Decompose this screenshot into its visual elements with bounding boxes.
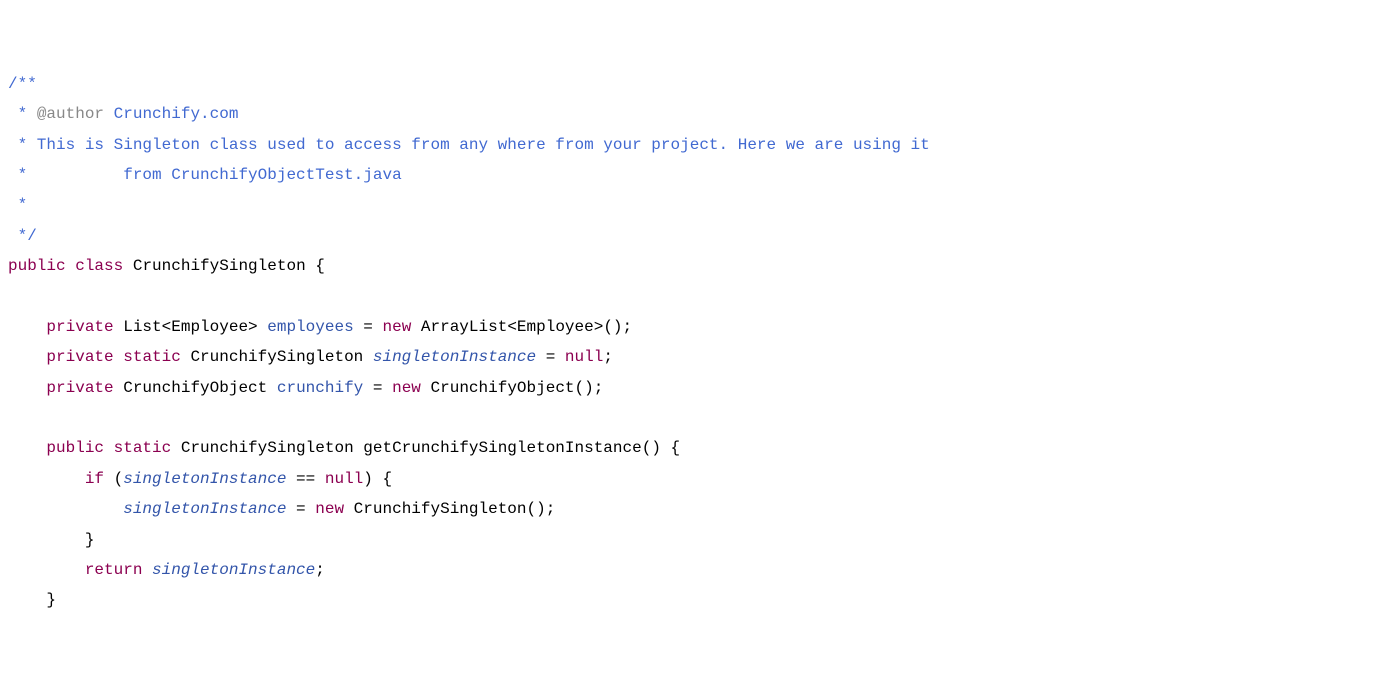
- code-comment: * from CrunchifyObjectTest.java: [8, 166, 402, 184]
- code-text: ;: [315, 561, 325, 579]
- keyword-new: new: [315, 500, 344, 518]
- keyword-static: static: [123, 348, 181, 366]
- code-comment: *: [8, 196, 37, 214]
- indent: [8, 561, 85, 579]
- code-text: =: [286, 500, 315, 518]
- code-text: List<Employee>: [114, 318, 268, 336]
- code-text: CrunchifySingleton: [181, 348, 373, 366]
- keyword-return: return: [85, 561, 143, 579]
- keyword-if: if: [85, 470, 104, 488]
- keyword-static: static: [114, 439, 172, 457]
- keyword-null: null: [325, 470, 363, 488]
- code-text: [114, 348, 124, 366]
- code-comment: */: [8, 227, 37, 245]
- code-comment: *: [8, 105, 37, 123]
- code-text: [142, 561, 152, 579]
- field-singleton-instance: singletonInstance: [123, 500, 286, 518]
- code-text: (: [104, 470, 123, 488]
- keyword-null: null: [565, 348, 603, 366]
- field-singleton-instance: singletonInstance: [152, 561, 315, 579]
- method-declaration: CrunchifySingleton getCrunchifySingleton…: [171, 439, 680, 457]
- code-text: ) {: [363, 470, 392, 488]
- code-text: =: [354, 318, 383, 336]
- code-text: CrunchifyObject();: [421, 379, 603, 397]
- keyword-public: public: [8, 257, 66, 275]
- indent: [8, 379, 46, 397]
- keyword-class: class: [75, 257, 123, 275]
- code-text: ==: [286, 470, 324, 488]
- code-text: ;: [603, 348, 613, 366]
- class-declaration: CrunchifySingleton {: [123, 257, 325, 275]
- indent: [8, 318, 46, 336]
- keyword-public: public: [46, 439, 104, 457]
- indent: [8, 439, 46, 457]
- keyword-new: new: [392, 379, 421, 397]
- code-text: CrunchifySingleton();: [344, 500, 555, 518]
- code-comment: /**: [8, 75, 37, 93]
- javadoc-tag: @author: [37, 105, 104, 123]
- indent: [8, 470, 85, 488]
- keyword-private: private: [46, 318, 113, 336]
- code-text: CrunchifyObject: [114, 379, 277, 397]
- field-crunchify: crunchify: [277, 379, 363, 397]
- code-text: [104, 439, 114, 457]
- field-employees: employees: [267, 318, 353, 336]
- keyword-private: private: [46, 379, 113, 397]
- closing-brace: }: [8, 591, 56, 609]
- indent: [8, 348, 46, 366]
- code-text: [66, 257, 76, 275]
- closing-brace: }: [8, 531, 94, 549]
- field-singleton-instance: singletonInstance: [373, 348, 536, 366]
- field-singleton-instance: singletonInstance: [123, 470, 286, 488]
- indent: [8, 500, 123, 518]
- code-comment: Crunchify.com: [104, 105, 238, 123]
- code-comment: * This is Singleton class used to access…: [8, 136, 930, 154]
- keyword-new: new: [382, 318, 411, 336]
- keyword-private: private: [46, 348, 113, 366]
- code-text: =: [536, 348, 565, 366]
- code-text: ArrayList<Employee>();: [411, 318, 632, 336]
- code-text: =: [363, 379, 392, 397]
